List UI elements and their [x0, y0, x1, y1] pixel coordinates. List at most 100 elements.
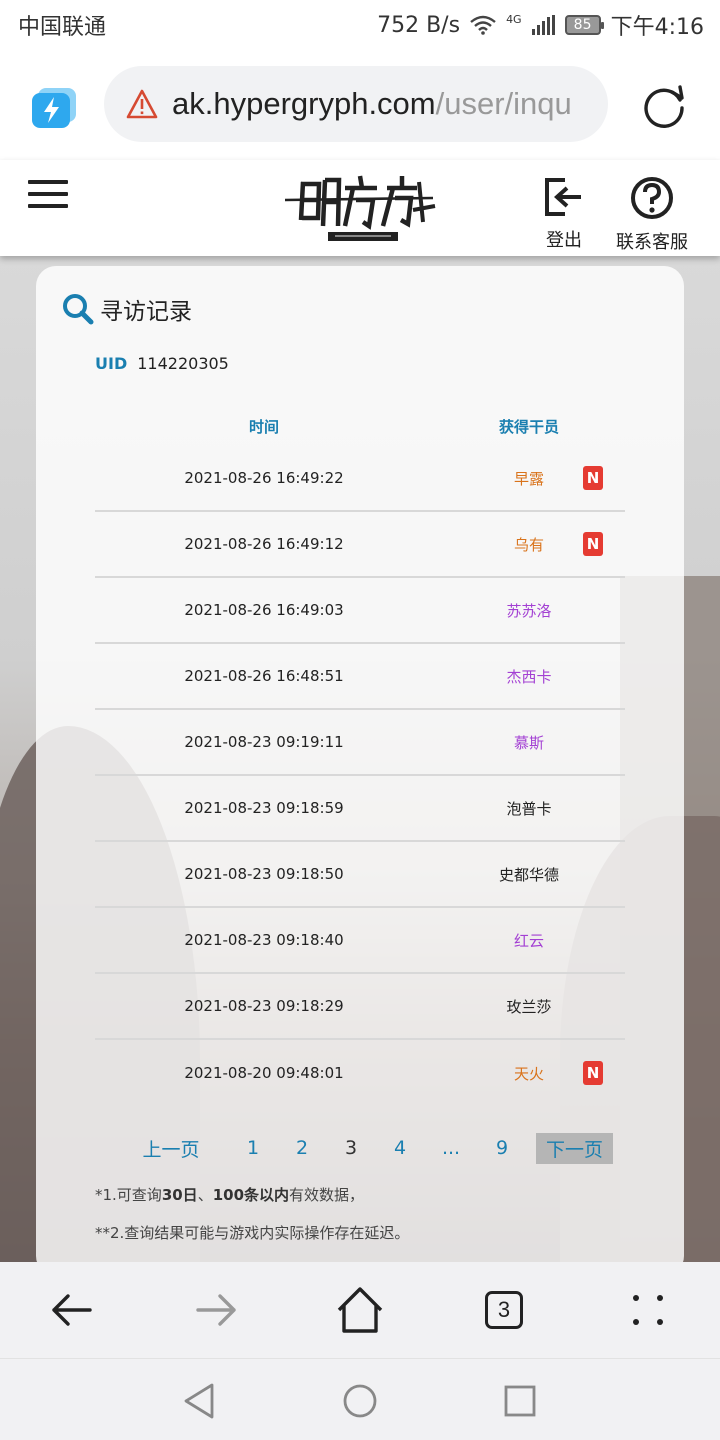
page-1[interactable]: 1 — [224, 1137, 282, 1159]
record-operator-cell: 天火 N — [433, 1061, 625, 1085]
help-icon — [631, 177, 673, 219]
forward-arrow-icon[interactable] — [190, 1284, 242, 1336]
page-2[interactable]: 2 — [282, 1137, 322, 1159]
record-time: 2021-08-26 16:49:22 — [184, 469, 344, 487]
logout-button[interactable]: 登出 — [540, 176, 588, 252]
card-header: 寻访记录 — [62, 292, 192, 326]
note-1: *1.可查询30日、100条以内有效数据， — [95, 1184, 364, 1205]
record-time: 2021-08-23 09:18:40 — [184, 931, 344, 949]
record-operator: 慕斯 — [513, 733, 544, 752]
hamburger-icon-line — [28, 204, 68, 208]
record-operator: 玫兰莎 — [506, 997, 552, 1016]
new-badge: N — [583, 1061, 603, 1085]
nav-home-icon[interactable] — [340, 1381, 380, 1421]
system-nav-bar — [0, 1358, 720, 1440]
table-row: 2021-08-26 16:49:12 乌有 N — [95, 512, 625, 578]
home-icon[interactable] — [334, 1284, 386, 1336]
page-9[interactable]: 9 — [482, 1137, 522, 1159]
record-operator: 乌有 — [513, 535, 544, 554]
arknights-logo[interactable] — [283, 170, 438, 248]
prev-page-button[interactable]: 上一页 — [130, 1135, 212, 1162]
note-1-count: 100条以内 — [212, 1186, 290, 1204]
url-field[interactable]: ak.hypergryph.com/user/inqu — [104, 66, 608, 142]
hamburger-icon-line — [28, 192, 68, 196]
record-time: 2021-08-23 09:19:11 — [184, 733, 344, 751]
bolt-icon[interactable] — [32, 88, 78, 128]
status-bar: 中国联通 752 B/s 4G 85 下午4:16 — [0, 0, 720, 50]
record-operator-cell: 红云 — [433, 930, 625, 951]
records-table: 时间 获得干员 2021-08-26 16:49:22 早露 N 2021-08-26… — [95, 406, 625, 1106]
nav-recents-icon[interactable] — [500, 1381, 540, 1421]
record-operator: 史都华德 — [498, 865, 559, 884]
network-type-label: 4G — [506, 13, 522, 26]
table-row: 2021-08-23 09:18:40 红云 — [95, 908, 625, 974]
logout-label: 登出 — [546, 230, 582, 251]
record-time: 2021-08-26 16:48:51 — [184, 667, 344, 685]
new-badge: N — [583, 466, 603, 490]
page-ellipsis: ... — [441, 1137, 461, 1159]
record-operator: 红云 — [513, 931, 544, 950]
url-path: /user/inqu — [435, 86, 572, 121]
back-arrow-icon[interactable] — [46, 1284, 98, 1336]
record-time: 2021-08-26 16:49:03 — [184, 601, 344, 619]
record-operator: 泡普卡 — [506, 799, 552, 818]
url-domain: ak.hypergryph.com — [172, 86, 436, 121]
uid-value: 114220305 — [137, 354, 229, 373]
uid-row: UID 114220305 — [95, 354, 229, 373]
record-time: 2021-08-26 16:49:12 — [184, 535, 344, 553]
record-operator: 苏苏洛 — [506, 601, 552, 620]
card-title: 寻访记录 — [100, 299, 192, 325]
record-operator-cell: 泡普卡 — [433, 798, 625, 819]
table-row: 2021-08-26 16:49:22 早露 N — [95, 446, 625, 512]
pagination: 上一页 1 2 3 4 ... 9 下一页 — [130, 1132, 614, 1164]
reload-icon[interactable] — [640, 82, 688, 130]
battery-icon: 85 — [564, 15, 604, 35]
table-row: 2021-08-23 09:18:50 史都华德 — [95, 842, 625, 908]
new-badge: N — [583, 532, 603, 556]
signal-icon — [531, 15, 555, 35]
net-speed: 752 B/s — [377, 12, 461, 38]
gacha-records-card: 寻访记录 UID 114220305 时间 获得干员 2021-08-26 16:… — [36, 266, 684, 1276]
record-operator-cell: 杰西卡 — [433, 666, 625, 687]
clock: 下午4:16 — [610, 15, 704, 40]
note-1-sep: 、 — [197, 1186, 213, 1204]
record-operator: 早露 — [513, 469, 544, 488]
search-icon — [63, 294, 94, 325]
customer-service-label: 联系客服 — [616, 232, 688, 253]
record-operator-cell: 乌有 N — [433, 532, 625, 556]
status-indicators: 752 B/s 4G 85 下午4:16 — [377, 9, 704, 41]
more-menu-icon[interactable] — [622, 1284, 674, 1336]
record-operator-cell: 苏苏洛 — [433, 600, 625, 621]
battery-level: 85 — [573, 17, 592, 33]
browser-toolbar: 3 — [0, 1262, 720, 1358]
record-operator-cell: 早露 N — [433, 466, 625, 490]
next-page-button[interactable]: 下一页 — [536, 1132, 614, 1164]
customer-service-button[interactable]: 联系客服 — [610, 176, 694, 254]
menu-button[interactable] — [28, 180, 68, 212]
record-operator-cell: 史都华德 — [433, 864, 625, 885]
page-3-current[interactable]: 3 — [322, 1137, 380, 1159]
browser-address-bar: ak.hypergryph.com/user/inqu — [0, 50, 720, 160]
page-4[interactable]: 4 — [380, 1137, 420, 1159]
wifi-icon — [470, 15, 496, 35]
hamburger-icon — [28, 180, 68, 184]
table-row: 2021-08-23 09:19:11 慕斯 — [95, 710, 625, 776]
record-time: 2021-08-23 09:18:29 — [184, 997, 344, 1015]
table-row: 2021-08-23 09:18:59 泡普卡 — [95, 776, 625, 842]
record-operator: 杰西卡 — [506, 667, 552, 686]
warning-icon[interactable] — [126, 89, 158, 119]
table-header: 时间 获得干员 — [95, 406, 625, 446]
record-time: 2021-08-23 09:18:59 — [184, 799, 344, 817]
logout-icon — [545, 178, 581, 216]
record-time: 2021-08-23 09:18:50 — [184, 865, 344, 883]
nav-back-icon[interactable] — [180, 1381, 220, 1421]
note-1-prefix: *1.可查询 — [95, 1186, 162, 1204]
table-body: 2021-08-26 16:49:22 早露 N 2021-08-26 16:49:1… — [95, 446, 625, 1106]
site-header: 登出 联系客服 — [0, 160, 720, 256]
table-row: 2021-08-26 16:48:51 杰西卡 — [95, 644, 625, 710]
record-time: 2021-08-20 09:48:01 — [184, 1064, 344, 1082]
tabs-button[interactable]: 3 — [478, 1284, 530, 1336]
column-header-operator: 获得干员 — [498, 417, 559, 436]
tabs-count: 3 — [485, 1291, 523, 1329]
table-row: 2021-08-20 09:48:01 天火 N — [95, 1040, 625, 1106]
